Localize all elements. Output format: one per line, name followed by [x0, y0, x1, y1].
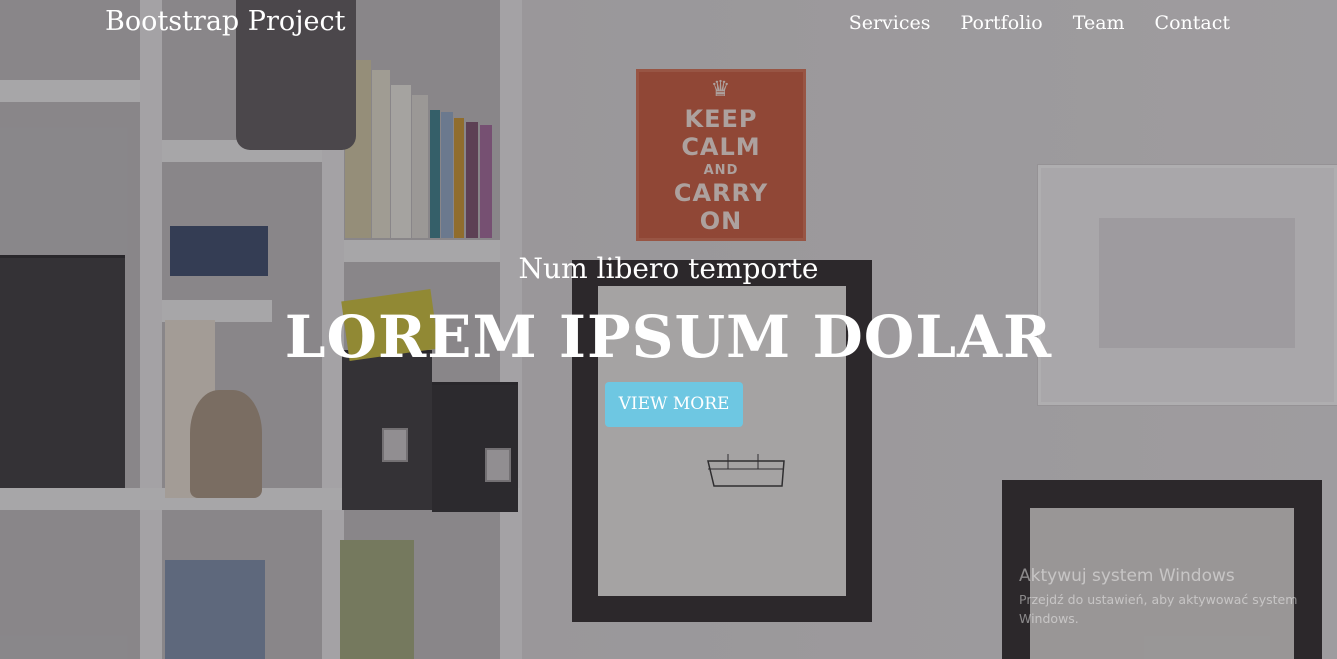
- nav-link-contact[interactable]: Contact: [1155, 12, 1230, 34]
- hero-cta: VIEW MORE: [605, 382, 743, 427]
- watermark-title: Aktywuj system Windows: [1019, 566, 1235, 586]
- navbar: Bootstrap Project Services Portfolio Tea…: [0, 0, 1337, 52]
- nav-link-team[interactable]: Team: [1073, 12, 1125, 34]
- hero-title: LOREM IPSUM DOLAR: [284, 303, 1053, 371]
- nav-menu: Services Portfolio Team Contact: [849, 12, 1230, 34]
- brand-link[interactable]: Bootstrap Project: [105, 6, 345, 37]
- view-more-button[interactable]: VIEW MORE: [605, 382, 743, 427]
- nav-link-portfolio[interactable]: Portfolio: [961, 12, 1043, 34]
- watermark-text: Przejdź do ustawień, aby aktywować syste…: [1019, 592, 1298, 626]
- hero-subtitle: Num libero temporte: [518, 252, 819, 285]
- windows-activation-watermark: Aktywuj system Windows Przejdź do ustawi…: [1019, 566, 1319, 628]
- nav-link-services[interactable]: Services: [849, 12, 931, 34]
